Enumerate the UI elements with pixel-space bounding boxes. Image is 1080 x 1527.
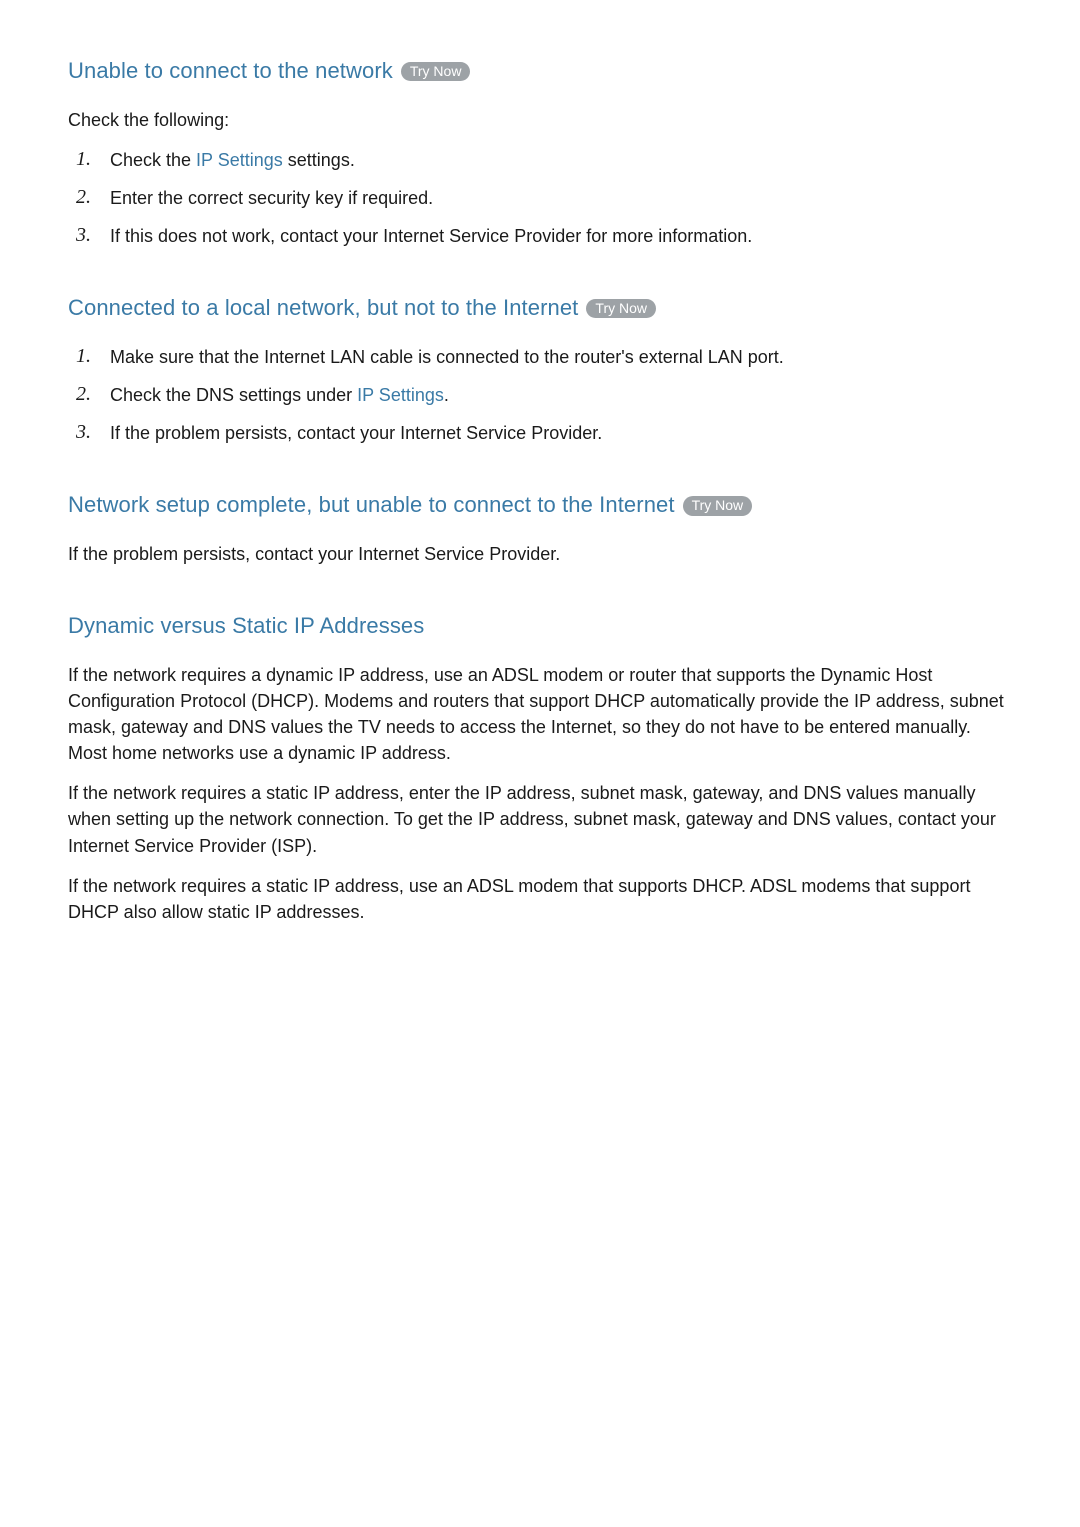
ordered-list: Make sure that the Internet LAN cable is… — [76, 344, 1012, 446]
list-item: If this does not work, contact your Inte… — [76, 223, 1012, 249]
section-local-network: Connected to a local network, but not to… — [68, 293, 1012, 446]
item-text: Make sure that the Internet LAN cable is… — [110, 347, 784, 367]
try-now-button[interactable]: Try Now — [683, 496, 753, 516]
item-text: Enter the correct security key if requir… — [110, 188, 433, 208]
paragraph: If the network requires a static IP addr… — [68, 780, 1012, 858]
item-text: . — [444, 385, 449, 405]
ip-settings-link[interactable]: IP Settings — [357, 385, 444, 405]
paragraph: If the problem persists, contact your In… — [68, 541, 1012, 567]
item-text: Check the — [110, 150, 196, 170]
heading-text: Connected to a local network, but not to… — [68, 293, 578, 324]
try-now-button[interactable]: Try Now — [401, 62, 471, 82]
item-text: If this does not work, contact your Inte… — [110, 226, 752, 246]
paragraph: If the network requires a static IP addr… — [68, 873, 1012, 925]
section-heading: Connected to a local network, but not to… — [68, 293, 1012, 324]
ip-settings-link[interactable]: IP Settings — [196, 150, 283, 170]
intro-text: Check the following: — [68, 107, 1012, 133]
list-item: Enter the correct security key if requir… — [76, 185, 1012, 211]
heading-text: Unable to connect to the network — [68, 56, 393, 87]
section-heading: Dynamic versus Static IP Addresses — [68, 611, 1012, 642]
heading-text: Network setup complete, but unable to co… — [68, 490, 675, 521]
list-item: Make sure that the Internet LAN cable is… — [76, 344, 1012, 370]
item-text: settings. — [283, 150, 355, 170]
section-dynamic-static-ip: Dynamic versus Static IP Addresses If th… — [68, 611, 1012, 925]
page-body: Unable to connect to the network Try Now… — [0, 0, 1080, 1033]
list-item: Check the IP Settings settings. — [76, 147, 1012, 173]
item-text: Check the DNS settings under — [110, 385, 357, 405]
list-item: If the problem persists, contact your In… — [76, 420, 1012, 446]
section-unable-to-connect: Unable to connect to the network Try Now… — [68, 56, 1012, 249]
item-text: If the problem persists, contact your In… — [110, 423, 602, 443]
ordered-list: Check the IP Settings settings. Enter th… — [76, 147, 1012, 249]
section-setup-complete: Network setup complete, but unable to co… — [68, 490, 1012, 567]
list-item: Check the DNS settings under IP Settings… — [76, 382, 1012, 408]
section-heading: Network setup complete, but unable to co… — [68, 490, 1012, 521]
section-heading: Unable to connect to the network Try Now — [68, 56, 1012, 87]
try-now-button[interactable]: Try Now — [586, 299, 656, 319]
paragraph: If the network requires a dynamic IP add… — [68, 662, 1012, 766]
heading-text: Dynamic versus Static IP Addresses — [68, 611, 424, 642]
